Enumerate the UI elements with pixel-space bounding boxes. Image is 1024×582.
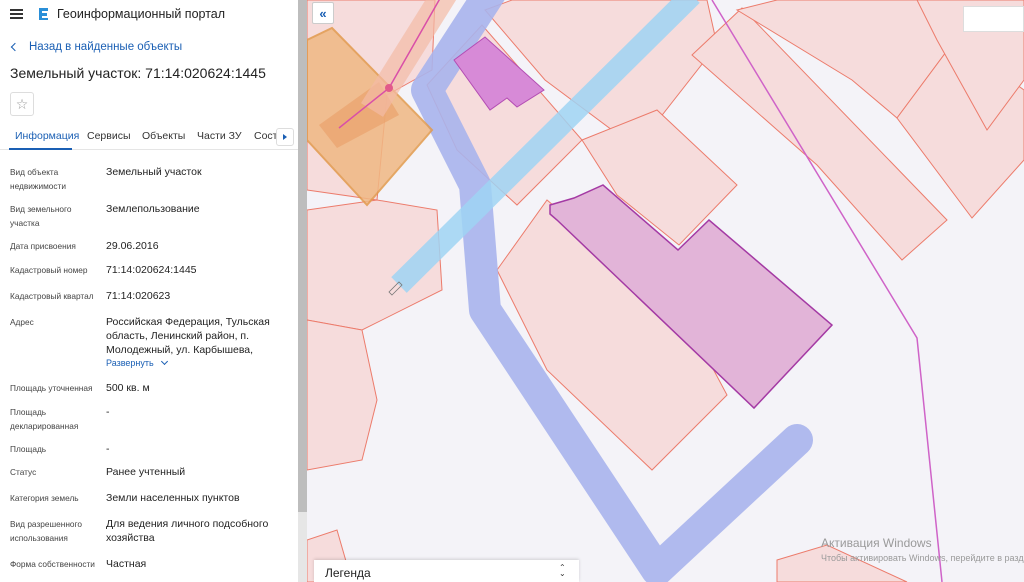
property-key: Дата присвоения: [10, 241, 76, 251]
hamburger-icon[interactable]: [10, 9, 23, 19]
property-value: Ранее учтенный: [106, 466, 186, 478]
star-icon: ☆: [15, 95, 29, 112]
favorite-button[interactable]: ☆: [10, 92, 34, 116]
back-to-results-link[interactable]: Назад в найденные объекты: [10, 41, 183, 53]
watermark-text: Чтобы активировать Windows, перейдите в …: [821, 553, 1024, 563]
parcel-polygon: [307, 319, 378, 471]
tabs-scroll-right-button[interactable]: [276, 128, 294, 146]
property-key: Вид земельного участка: [10, 204, 72, 228]
boundary-vertex: [385, 84, 393, 92]
legend-label: Легенда: [325, 566, 371, 580]
property-value: Земли населенных пунктов: [106, 492, 240, 504]
arrow-right-icon: [283, 134, 287, 140]
property-key: Площадь уточненная: [10, 383, 93, 393]
property-key: Площадь: [10, 444, 47, 454]
property-key: Статус: [10, 467, 37, 477]
property-value: -: [106, 443, 110, 455]
property-key: Кадастровый номер: [10, 265, 88, 275]
tab-objects[interactable]: Объекты: [142, 130, 185, 142]
property-key: Форма собственности: [10, 559, 95, 569]
property-value: 500 кв. м: [106, 382, 150, 394]
tab-parcel-parts[interactable]: Части ЗУ: [197, 130, 242, 142]
property-value: Для ведения личного подсобного хозяйства: [106, 518, 269, 544]
property-value: Земельный участок: [106, 166, 202, 178]
tab-strip: Информация Сервисы Объекты Части ЗУ Сост…: [0, 124, 276, 150]
panel-scrollbar[interactable]: [298, 0, 307, 582]
property-value: -: [106, 406, 110, 418]
property-key: Адрес: [10, 317, 34, 327]
property-value: 71:14:020624:1445: [106, 264, 197, 276]
chevron-down-icon: [160, 357, 168, 366]
property-key: Площадь декларированная: [10, 407, 79, 431]
back-link-label: Назад в найденные объекты: [29, 41, 183, 53]
tab-composition[interactable]: Состав ЕЗП: [254, 130, 276, 142]
expand-address-link[interactable]: Развернуть: [106, 357, 168, 368]
app-title: Геоинформационный портал: [57, 7, 226, 21]
property-key: Вид разрешенного использования: [10, 519, 82, 543]
tab-services[interactable]: Сервисы: [87, 130, 131, 142]
legend-panel[interactable]: Легенда ⌃ ⌄: [314, 560, 579, 582]
property-key: Кадастровый квартал: [10, 291, 94, 301]
watermark-title: Активация Windows: [821, 536, 932, 550]
property-key: Категория земель: [10, 493, 79, 503]
property-value: 71:14:020623: [106, 290, 171, 302]
tab-information[interactable]: Информация: [15, 130, 79, 142]
panel-header: Геоинформационный портал: [0, 0, 298, 28]
map-search-box[interactable]: [963, 6, 1024, 32]
portal-logo-icon: [39, 8, 48, 20]
property-value: Российская Федерация, Тульская область, …: [106, 316, 270, 356]
object-panel: Геоинформационный портал Назад в найденн…: [0, 0, 298, 582]
expand-collapse-icon[interactable]: ⌃ ⌄: [559, 564, 566, 578]
active-tab-indicator: [9, 148, 72, 150]
property-value: 29.06.2016: [106, 240, 159, 252]
property-value: Частная: [106, 558, 147, 570]
page-title: Земельный участок: 71:14:020624:1445: [10, 65, 266, 81]
tab-bar: Информация Сервисы Объекты Части ЗУ Сост…: [0, 124, 298, 150]
map-layers: [307, 0, 1024, 582]
property-value: Землепользование: [106, 203, 200, 215]
scrollbar-thumb[interactable]: [298, 0, 307, 512]
collapse-panel-button[interactable]: «: [312, 2, 334, 24]
map-canvas[interactable]: [307, 0, 1024, 582]
expand-label: Развернуть: [106, 358, 154, 368]
windows-activation-watermark: Активация Windows Чтобы активировать Win…: [821, 536, 1024, 563]
property-key: Вид объекта недвижимости: [10, 167, 66, 191]
chevron-left-icon: [10, 42, 20, 52]
